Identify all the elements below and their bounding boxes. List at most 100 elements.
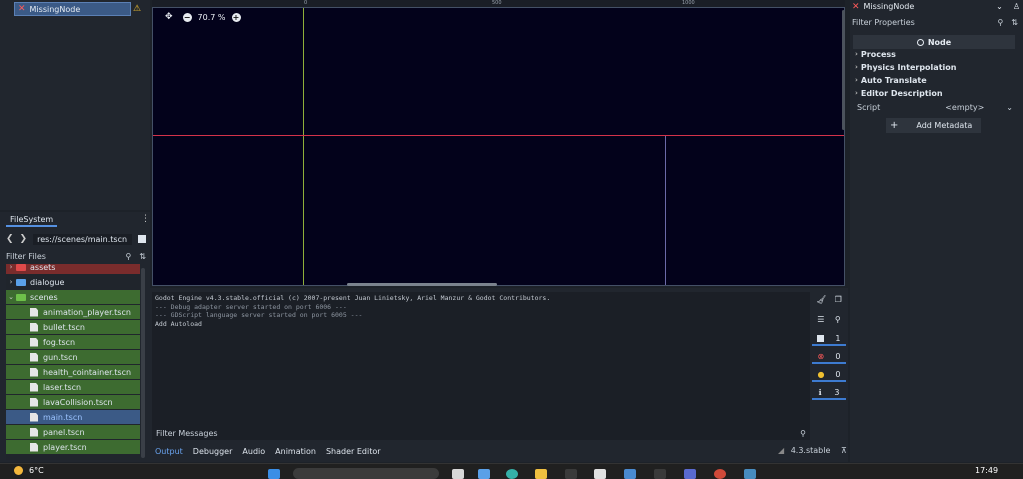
app-icon[interactable]	[478, 469, 490, 479]
pin-panel-icon[interactable]: ⊼	[841, 446, 847, 455]
list-item[interactable]: health_cointainer.tscn	[6, 365, 140, 379]
filter-properties-input[interactable]: Filter Properties ⚲ ⇅	[852, 16, 1018, 29]
list-item[interactable]: › assets	[6, 264, 140, 274]
app-icon[interactable]	[565, 469, 577, 479]
zoom-level[interactable]: 70.7 %	[198, 13, 226, 22]
section-editor-description[interactable]: › Editor Description	[855, 87, 1015, 99]
list-item[interactable]: › dialogue	[6, 275, 140, 289]
weather-widget[interactable]: 6°C	[14, 466, 44, 475]
scene-file-icon	[30, 442, 38, 452]
list-item-label: health_cointainer.tscn	[43, 367, 132, 377]
ruler-label: 500	[492, 0, 502, 6]
output-log[interactable]: Godot Engine v4.3.stable.official (c) 20…	[152, 292, 810, 427]
sort-icon[interactable]: ⇅	[139, 252, 146, 261]
error-icon: ⊗	[817, 351, 825, 361]
filesystem-scrollbar[interactable]	[141, 268, 145, 458]
app-icon[interactable]	[714, 469, 726, 479]
chevron-down-icon[interactable]: ⌄	[1006, 103, 1013, 112]
tab-output[interactable]: Output	[155, 447, 183, 456]
missing-node-icon: ✕	[852, 1, 860, 12]
list-item[interactable]: lavaCollision.tscn	[6, 395, 140, 409]
scene-file-icon	[30, 412, 38, 422]
filter-messages-input[interactable]: Filter Messages ⚲	[152, 427, 810, 440]
viewport-v-scrollbar[interactable]	[842, 10, 845, 130]
filter-log-button[interactable]: 1	[812, 332, 846, 346]
section-process[interactable]: › Process	[855, 48, 1015, 60]
back-arrow-icon[interactable]: ❮	[6, 234, 14, 244]
windows-start-icon[interactable]	[268, 469, 280, 479]
ruler-label: 0	[304, 0, 308, 6]
list-item[interactable]: laser.tscn	[6, 380, 140, 394]
sort-icon[interactable]: ⇅	[1011, 18, 1018, 27]
edge-icon[interactable]	[506, 469, 518, 479]
tab-audio[interactable]: Audio	[242, 447, 265, 456]
taskbar-search[interactable]	[293, 468, 439, 479]
list-item-selected[interactable]: main.tscn	[6, 410, 140, 424]
split-mode-icon[interactable]	[138, 235, 146, 243]
task-view-icon[interactable]	[452, 469, 464, 479]
copy-icon[interactable]: ❐	[835, 295, 842, 304]
filter-files-input[interactable]: Filter Files ⚲ ⇅	[6, 250, 146, 263]
scene-node-missing[interactable]: ✕ MissingNode	[14, 2, 131, 16]
godot-icon[interactable]	[744, 469, 756, 479]
path-field[interactable]: res://scenes/main.tscn	[33, 233, 132, 245]
list-item-label: player.tscn	[43, 442, 87, 452]
temperature: 6°C	[29, 466, 44, 475]
error-count: 0	[835, 351, 841, 361]
scene-node-label: MissingNode	[29, 4, 81, 14]
section-label: Auto Translate	[860, 75, 927, 85]
tab-shader-editor[interactable]: Shader Editor	[326, 447, 381, 456]
list-item[interactable]: player.tscn	[6, 440, 140, 454]
person-icon[interactable]: ♙	[1013, 2, 1020, 11]
list-item[interactable]: panel.tscn	[6, 425, 140, 439]
tab-debugger[interactable]: Debugger	[193, 447, 233, 456]
kebab-menu-icon[interactable]: ⋮	[141, 214, 150, 224]
zoom-out-button[interactable]: −	[182, 12, 192, 22]
section-auto-translate[interactable]: › Auto Translate	[855, 74, 1015, 86]
taskbar-clock[interactable]: 17:49	[975, 466, 998, 475]
viewport-h-scrollbar[interactable]	[347, 283, 497, 286]
chevron-right-icon: ›	[855, 63, 858, 71]
filesystem-tree: › assets › dialogue ⌄ scenes animation_p…	[6, 264, 140, 460]
canvas-viewport[interactable]	[152, 7, 845, 286]
folder-icon	[16, 278, 26, 286]
scene-file-icon	[30, 382, 38, 392]
zoom-in-button[interactable]: +	[231, 12, 241, 22]
section-physics-interpolation[interactable]: › Physics Interpolation	[855, 61, 1015, 73]
x-axis-line	[153, 135, 844, 136]
expand-arrow-icon[interactable]: ⌄	[6, 293, 16, 301]
list-item[interactable]: animation_player.tscn	[6, 305, 140, 319]
list-item[interactable]: ⌄ scenes	[6, 290, 140, 304]
filter-errors-button[interactable]: ⊗ 0	[812, 350, 846, 364]
app-icon[interactable]	[594, 469, 606, 479]
clear-output-button[interactable]: 🧹︎ ❐	[812, 292, 846, 306]
folder-icon	[16, 293, 26, 301]
collapse-arrow-icon[interactable]: ›	[6, 264, 16, 271]
file-explorer-icon[interactable]	[535, 469, 547, 479]
tab-filesystem[interactable]: FileSystem	[6, 214, 58, 227]
filter-info-button[interactable]: ℹ 3	[812, 386, 846, 400]
node-icon	[916, 38, 924, 46]
list-item[interactable]: fog.tscn	[6, 335, 140, 349]
list-item[interactable]: gun.tscn	[6, 350, 140, 364]
list-item[interactable]: bullet.tscn	[6, 320, 140, 334]
inspector-node-name: MissingNode	[863, 2, 915, 11]
forward-arrow-icon[interactable]: ❯	[20, 234, 28, 244]
chevron-down-icon[interactable]: ⌄	[996, 2, 1003, 11]
center-view-icon[interactable]: ✥	[165, 12, 173, 22]
tab-animation[interactable]: Animation	[275, 447, 316, 456]
warning-icon[interactable]: ⚠	[133, 4, 141, 14]
teams-icon[interactable]	[684, 469, 696, 479]
app-icon[interactable]	[654, 469, 666, 479]
section-label: Editor Description	[860, 88, 943, 98]
app-icon[interactable]	[624, 469, 636, 479]
list-item-label: laser.tscn	[43, 382, 82, 392]
missing-node-icon: ✕	[18, 4, 26, 14]
filter-warnings-button[interactable]: ● 0	[812, 368, 846, 382]
script-value[interactable]: <empty>	[945, 103, 984, 112]
output-tools: ☰ ⚲	[812, 312, 846, 326]
add-metadata-button[interactable]: + Add Metadata	[886, 118, 981, 133]
collapse-arrow-icon[interactable]: ›	[6, 278, 16, 286]
collapse-icon[interactable]: ☰	[817, 315, 824, 324]
search-icon[interactable]: ⚲	[835, 315, 841, 324]
